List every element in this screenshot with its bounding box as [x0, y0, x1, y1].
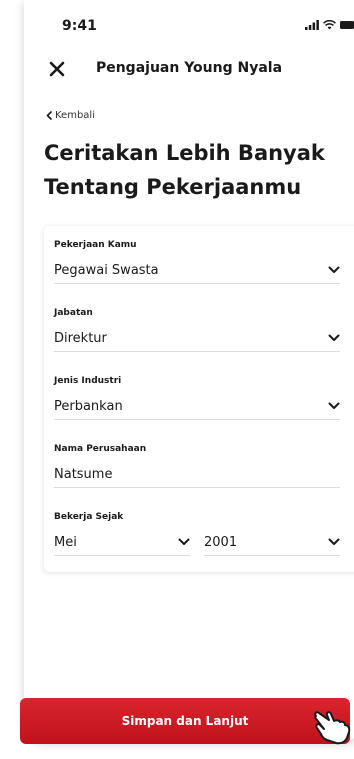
chevron-down-icon [328, 538, 340, 545]
hand-pointer-icon [314, 711, 351, 745]
field-value: Pegawai Swasta [54, 262, 159, 278]
phone-screen: 9:41 Pengajuan Young Nyala Kembali Cerit… [24, 0, 354, 742]
field-pekerjaan: Pekerjaan Kamu Pegawai Swasta [54, 240, 340, 284]
chevron-down-icon [328, 334, 340, 341]
field-bekerja-sejak: Bekerja Sejak Mei 2001 [54, 512, 340, 556]
header: Pengajuan Young Nyala [24, 52, 354, 88]
field-label: Jenis Industri [54, 376, 122, 386]
month-select[interactable]: Mei [54, 529, 190, 556]
back-link-label: Kembali [55, 110, 95, 121]
field-jabatan: Jabatan Direktur [54, 308, 340, 352]
field-value: Direktur [54, 330, 107, 346]
header-title: Pengajuan Young Nyala [95, 60, 283, 76]
field-perusahaan: Nama Perusahaan Natsume [54, 444, 340, 488]
year-value: 2001 [204, 534, 238, 550]
status-icons [305, 20, 354, 30]
chevron-down-icon [178, 538, 190, 545]
submit-button[interactable]: Simpan dan Lanjut [20, 698, 350, 744]
field-label: Nama Perusahaan [54, 444, 147, 454]
jabatan-select[interactable]: Direktur [54, 325, 340, 352]
month-value: Mei [54, 534, 77, 550]
field-label: Bekerja Sejak [54, 512, 124, 522]
signal-icon [305, 20, 319, 30]
status-time: 9:41 [62, 18, 97, 34]
chevron-down-icon [328, 402, 340, 409]
field-industri: Jenis Industri Perbankan [54, 376, 340, 420]
industri-select[interactable]: Perbankan [54, 393, 340, 420]
employment-form: Pekerjaan Kamu Pegawai Swasta Jabatan Di… [44, 226, 354, 572]
field-label: Pekerjaan Kamu [54, 240, 137, 250]
status-bar: 9:41 [24, 0, 354, 40]
chevron-down-icon [328, 266, 340, 273]
field-label: Jabatan [54, 308, 93, 318]
date-selects: Mei 2001 [54, 522, 340, 556]
back-link[interactable]: Kembali [46, 110, 95, 121]
pekerjaan-select[interactable]: Pegawai Swasta [54, 257, 340, 284]
field-value: Natsume [54, 466, 113, 482]
chevron-left-icon [46, 111, 52, 120]
page-title: Ceritakan Lebih Banyak Tentang Pekerjaan… [44, 141, 325, 199]
year-select[interactable]: 2001 [204, 529, 340, 556]
field-value: Perbankan [54, 398, 123, 414]
wifi-icon [323, 20, 336, 30]
perusahaan-input[interactable]: Natsume [54, 461, 340, 488]
battery-icon [340, 21, 354, 29]
